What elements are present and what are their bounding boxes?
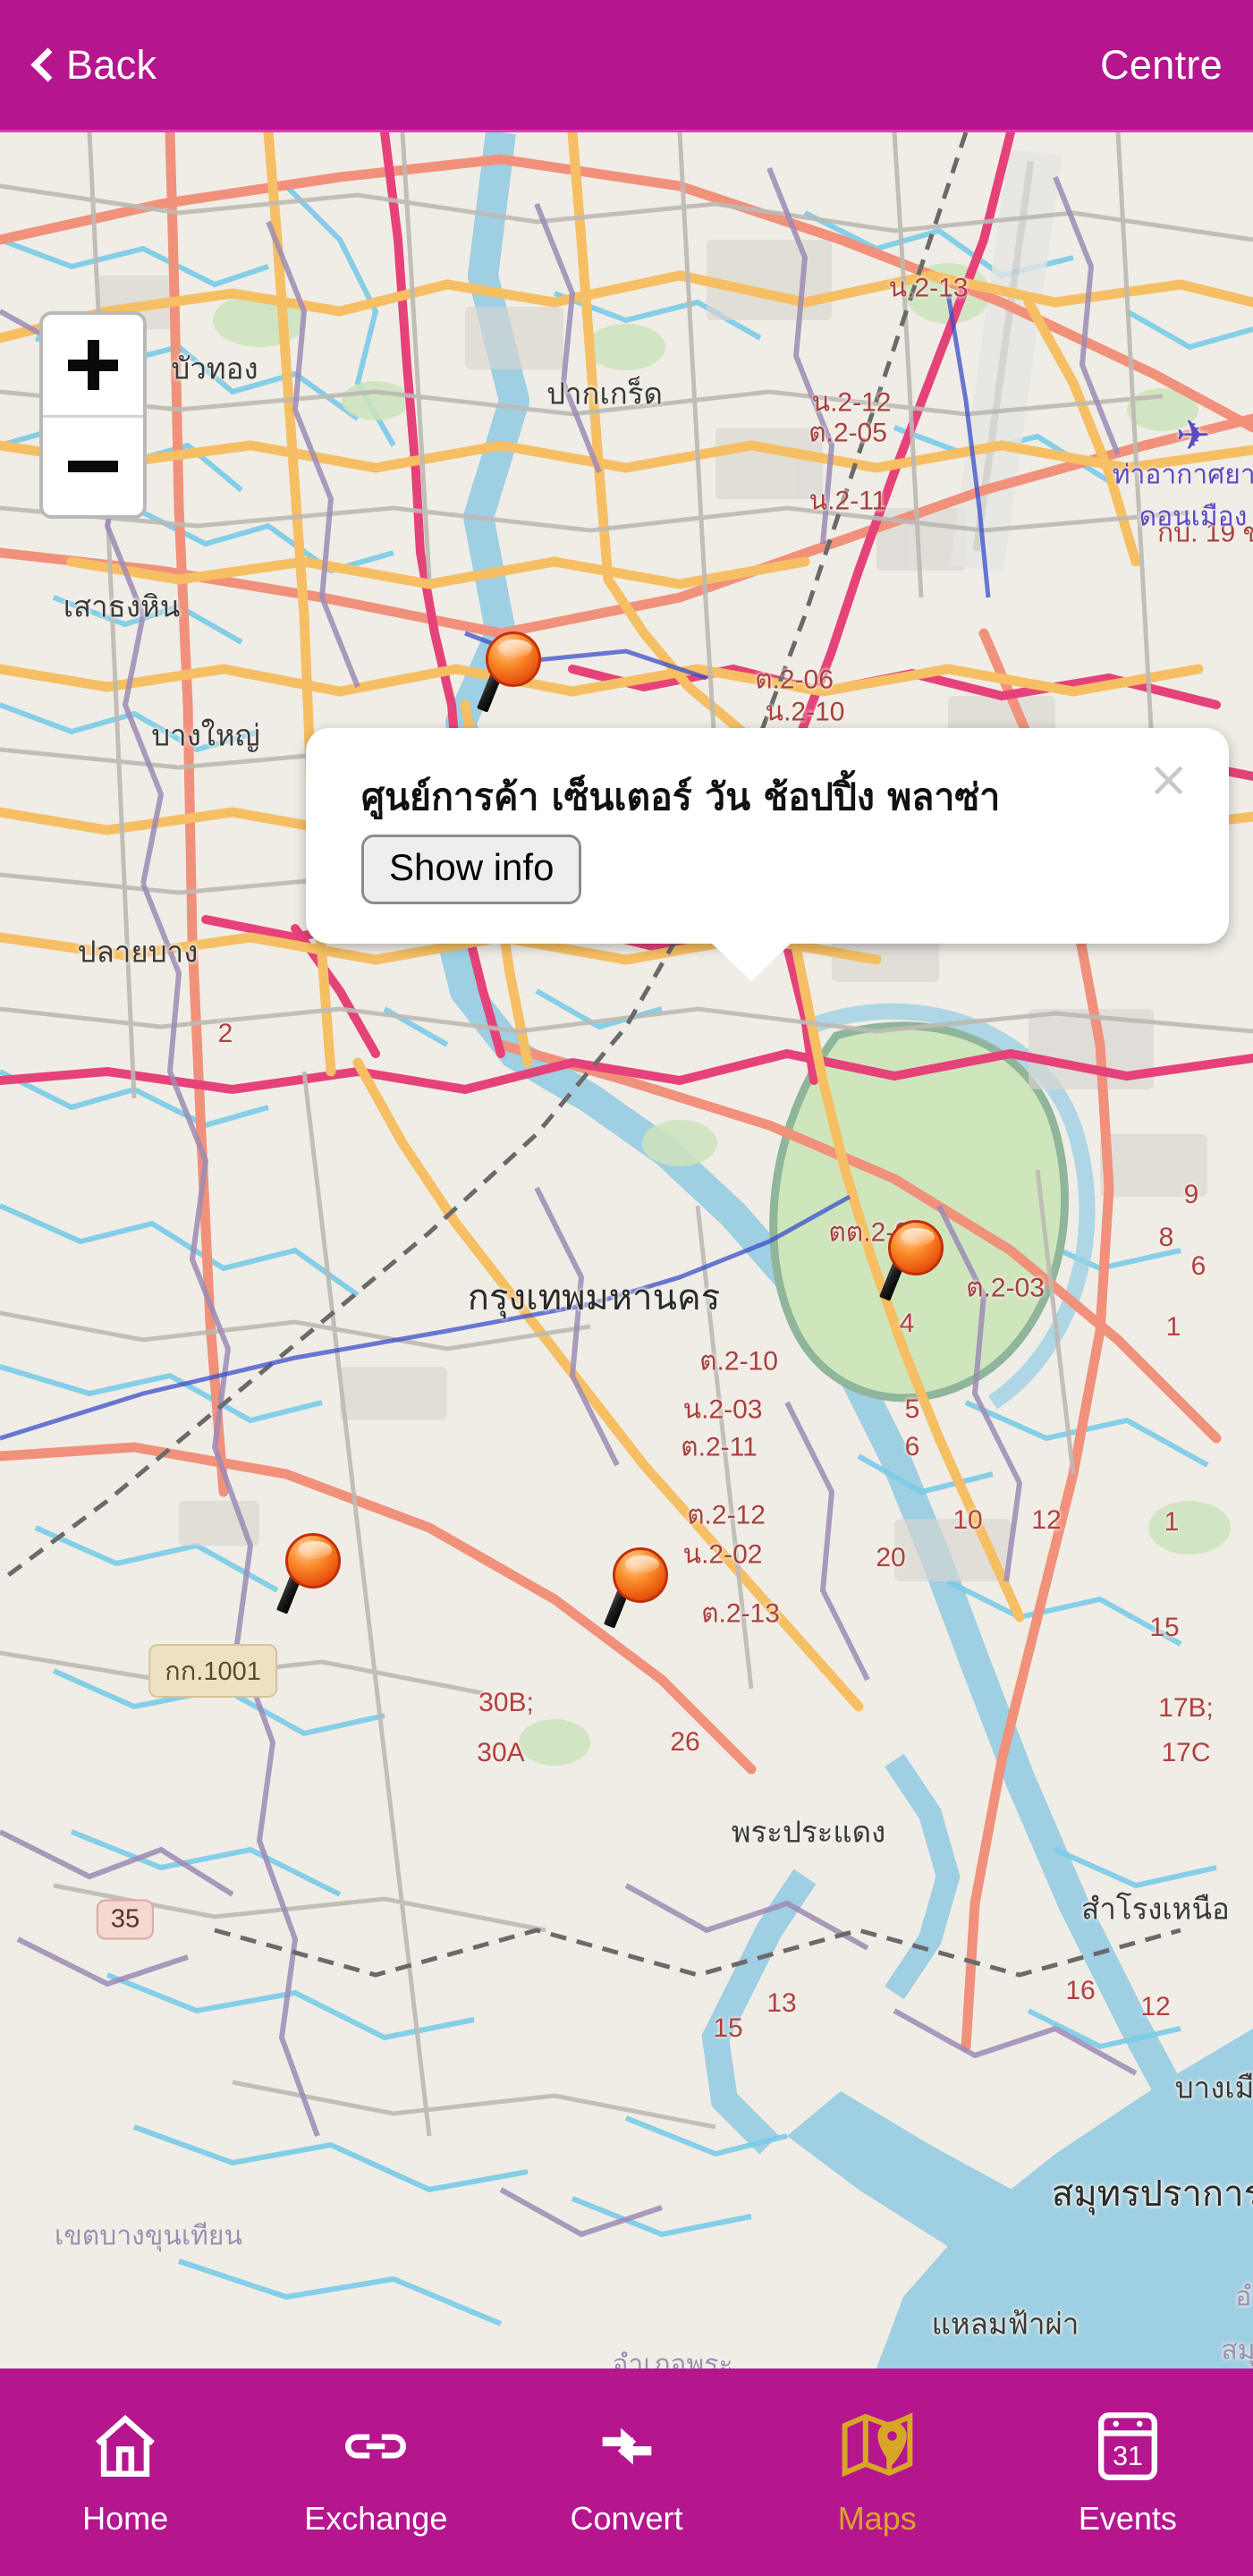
zoom-in-button[interactable] [43,315,143,415]
tab-maps[interactable]: Maps [752,2368,1003,2576]
map-screen: Back Centre ปากเกร็ด บัวทอง เสาธงหิน บาง… [0,0,1253,2576]
map-pin-marker[interactable] [603,1547,672,1630]
tab-label: Exchange [304,2500,448,2537]
tab-events[interactable]: 31 Events [1003,2368,1253,2576]
header-bar: Back Centre [0,0,1253,132]
map-marker-popup: × ศูนย์การค้า เซ็นเตอร์ วัน ช้อปปิ้ง พลา… [306,728,1229,982]
tab-label: Events [1078,2500,1177,2537]
tab-exchange[interactable]: Exchange [250,2368,501,2576]
svg-text:31: 31 [1113,2441,1143,2471]
back-button[interactable]: Back [30,42,157,89]
map-pin-marker[interactable] [476,631,545,714]
link-icon [339,2407,412,2486]
tab-label: Home [82,2500,169,2537]
pin-head [613,1547,668,1603]
minus-icon [68,461,118,472]
map-road-shield: 35 [96,1899,155,1940]
popup-title: ศูนย์การค้า เซ็นเตอร์ วัน ช้อปปิ้ง พลาซ่… [361,775,1001,818]
map-tiles [0,132,1253,2368]
plus-icon [68,340,118,390]
tab-label: Convert [570,2500,683,2537]
page-title: Centre [1100,41,1223,88]
map-viewport[interactable]: ปากเกร็ดบัวทองเสาธงหินบางใหญ่นนทบุรีปลาย… [0,132,1253,2368]
map-pin-marker[interactable] [275,1533,344,1615]
chevron-left-icon [30,47,54,84]
zoom-controls[interactable] [39,311,147,519]
tab-label: Maps [837,2500,917,2537]
pin-head [486,631,541,687]
map-pin-icon [839,2407,916,2486]
pin-head [888,1220,944,1275]
back-button-label: Back [66,41,157,88]
show-info-button[interactable]: Show info [361,835,582,905]
map-road-shield: กก.1001 [148,1644,277,1698]
zoom-out-button[interactable] [43,415,143,515]
house-icon [89,2407,162,2486]
calendar-icon: 31 [1092,2407,1164,2486]
pin-head [285,1533,341,1589]
map-pin-marker[interactable] [878,1220,947,1302]
bottom-tab-bar: Home Exchange Convert Maps 31 Events [0,2368,1253,2576]
arrows-icon [590,2407,664,2486]
close-icon[interactable]: × [1147,755,1190,805]
tab-home[interactable]: Home [0,2368,250,2576]
tab-convert[interactable]: Convert [501,2368,751,2576]
